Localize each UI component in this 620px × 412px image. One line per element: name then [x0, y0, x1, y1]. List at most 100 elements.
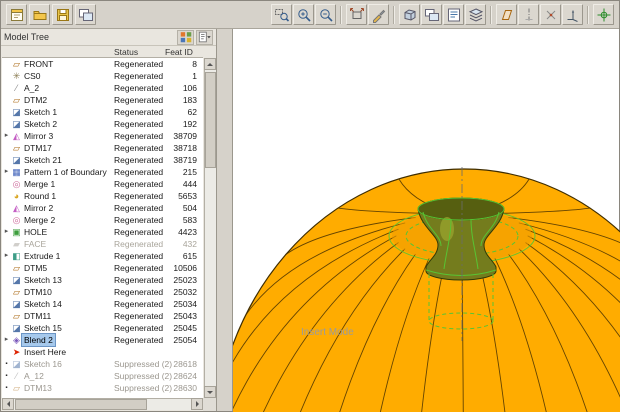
feature-name[interactable]: Pattern 1 of Boundary [22, 166, 109, 178]
tree-row[interactable]: ◪ Sketch 13 Regenerated 25023 [2, 274, 203, 286]
feature-name[interactable]: Merge 1 [22, 178, 57, 190]
scroll-left-icon[interactable] [2, 398, 14, 410]
feature-name[interactable]: Sketch 13 [22, 274, 64, 286]
scroll-up-icon[interactable] [204, 58, 216, 70]
expand-arrow-icon[interactable]: ▸ [2, 250, 11, 262]
view-manager-button[interactable] [443, 4, 464, 25]
datum-axis-toggle-button[interactable] [518, 4, 539, 25]
tree-row[interactable]: ▸ ◧ Extrude 1 Regenerated 615 [2, 250, 203, 262]
panel-sash[interactable] [217, 29, 233, 411]
feature-name[interactable]: Round 1 [22, 190, 58, 202]
feature-name[interactable]: FACE [22, 238, 48, 250]
expand-arrow-icon[interactable]: ▸ [2, 334, 11, 346]
tree-row[interactable]: ◭ Mirror 2 Regenerated 504 [2, 202, 203, 214]
horizontal-scroll-thumb[interactable] [15, 399, 147, 410]
feature-name[interactable]: Sketch 2 [22, 118, 59, 130]
tree-horizontal-scrollbar[interactable] [2, 398, 203, 410]
tree-row[interactable]: ▱ DTM17 Regenerated 38718 [2, 142, 203, 154]
viewport-canvas[interactable] [233, 29, 620, 412]
feature-name[interactable]: Mirror 2 [22, 202, 55, 214]
feature-name[interactable]: DTM17 [22, 142, 54, 154]
tree-columns-button[interactable] [177, 29, 194, 45]
tree-row[interactable]: ▪ ◪ Sketch 16 Suppressed (2) 28618 [2, 358, 203, 370]
windows-button[interactable] [75, 4, 96, 25]
tree-vertical-scrollbar[interactable] [204, 58, 216, 398]
feature-name[interactable]: DTM5 [22, 262, 49, 274]
tree-row[interactable]: ▸ ◭ Mirror 3 Regenerated 38709 [2, 130, 203, 142]
display-style-button[interactable] [399, 4, 420, 25]
feature-name[interactable]: Mirror 3 [22, 130, 55, 142]
feature-name[interactable]: DTM13 [22, 382, 54, 394]
tree-row[interactable]: ▱ DTM2 Regenerated 183 [2, 94, 203, 106]
tree-row[interactable]: ▪ ⁄ A_12 Suppressed (2) 28624 [2, 370, 203, 382]
open-folder-button[interactable] [29, 4, 50, 25]
tree-row[interactable]: ✳ CS0 Regenerated 1 [2, 70, 203, 82]
3d-viewport[interactable]: Insert Mode [233, 29, 620, 412]
tree-row[interactable]: ▸ ◈ Blend 2 Regenerated 25054 [2, 333, 203, 347]
tree-row[interactable]: ▪ ▱ DTM13 Suppressed (2) 28630 [2, 382, 203, 394]
tree-row[interactable]: ◎ Merge 2 Regenerated 583 [2, 214, 203, 226]
expand-arrow-icon[interactable]: ▪ [2, 370, 11, 382]
tree-row[interactable]: ▰ FACE Regenerated 432 [2, 238, 203, 250]
datum-plane-toggle-button[interactable] [496, 4, 517, 25]
expand-arrow-icon[interactable]: ▸ [2, 166, 11, 178]
vertical-scroll-thumb[interactable] [205, 72, 216, 168]
feature-name[interactable]: A_2 [22, 82, 41, 94]
zoom-out-button[interactable] [315, 4, 336, 25]
feature-name[interactable]: Sketch 21 [22, 154, 64, 166]
expand-arrow-icon[interactable]: ▸ [2, 130, 11, 142]
sketch-icon: ◪ [12, 275, 21, 285]
feature-name[interactable]: A_12 [22, 370, 46, 382]
spin-center-toggle-button[interactable] [593, 4, 614, 25]
tree-display-button[interactable] [196, 29, 213, 45]
feature-name[interactable]: DTM2 [22, 94, 49, 106]
tree-row[interactable]: ◎ Merge 1 Regenerated 444 [2, 178, 203, 190]
save-button[interactable] [52, 4, 73, 25]
tree-row[interactable]: ◪ Sketch 21 Regenerated 38719 [2, 154, 203, 166]
scroll-right-icon[interactable] [191, 398, 203, 410]
feature-name[interactable]: Blend 2 [21, 333, 56, 347]
tree-row[interactable]: ⁄ A_2 Regenerated 106 [2, 82, 203, 94]
feature-name[interactable]: Sketch 1 [22, 106, 59, 118]
zoom-window-button[interactable] [271, 4, 292, 25]
tree-row[interactable]: ▱ DTM11 Regenerated 25043 [2, 310, 203, 322]
datum-plane-icon: ▱ [13, 263, 20, 273]
feature-name[interactable]: HOLE [22, 226, 49, 238]
feature-name[interactable]: DTM10 [22, 286, 54, 298]
feature-name[interactable]: Merge 2 [22, 214, 57, 226]
tree-row[interactable]: ▱ DTM5 Regenerated 10506 [2, 262, 203, 274]
feature-name[interactable]: Sketch 16 [22, 358, 64, 370]
layer-button[interactable] [465, 4, 486, 25]
repaint-button[interactable] [368, 4, 389, 25]
tree-row[interactable]: ◪ Sketch 15 Regenerated 25045 [2, 322, 203, 334]
tree-row[interactable]: ◕ Round 1 Regenerated 5653 [2, 190, 203, 202]
refit-button[interactable] [346, 4, 367, 25]
datum-csys-toggle-button[interactable] [562, 4, 583, 25]
column-feat-id[interactable]: Feat ID [165, 47, 193, 57]
tree-row[interactable]: ◪ Sketch 2 Regenerated 192 [2, 118, 203, 130]
tree-row[interactable]: ▱ FRONT Regenerated 8 [2, 58, 203, 70]
feature-name[interactable]: Extrude 1 [22, 250, 62, 262]
saved-views-button[interactable] [421, 4, 442, 25]
tree-row[interactable]: ▸ ▦ Pattern 1 of Boundary Regenerated 21… [2, 166, 203, 178]
feature-name[interactable]: Insert Here [22, 346, 68, 358]
column-status[interactable]: Status [114, 47, 138, 57]
datum-point-toggle-button[interactable] [540, 4, 561, 25]
feature-name[interactable]: CS0 [22, 70, 43, 82]
feature-id: 38709 [173, 131, 197, 141]
feature-name[interactable]: Sketch 15 [22, 322, 64, 334]
zoom-in-button[interactable] [293, 4, 314, 25]
scroll-down-icon[interactable] [204, 386, 216, 398]
tree-row[interactable]: ➤ Insert Here [2, 346, 203, 358]
expand-arrow-icon[interactable]: ▪ [2, 382, 11, 394]
tree-row[interactable]: ◪ Sketch 14 Regenerated 25034 [2, 298, 203, 310]
feature-name[interactable]: Sketch 14 [22, 298, 64, 310]
feature-name[interactable]: FRONT [22, 58, 55, 70]
expand-arrow-icon[interactable]: ▸ [2, 226, 11, 238]
expand-arrow-icon[interactable]: ▪ [2, 358, 11, 370]
tree-row[interactable]: ▸ ▣ HOLE Regenerated 4423 [2, 226, 203, 238]
new-window-button[interactable] [6, 4, 27, 25]
feature-name[interactable]: DTM11 [22, 310, 53, 322]
tree-row[interactable]: ▱ DTM10 Regenerated 25032 [2, 286, 203, 298]
tree-row[interactable]: ◪ Sketch 1 Regenerated 62 [2, 106, 203, 118]
